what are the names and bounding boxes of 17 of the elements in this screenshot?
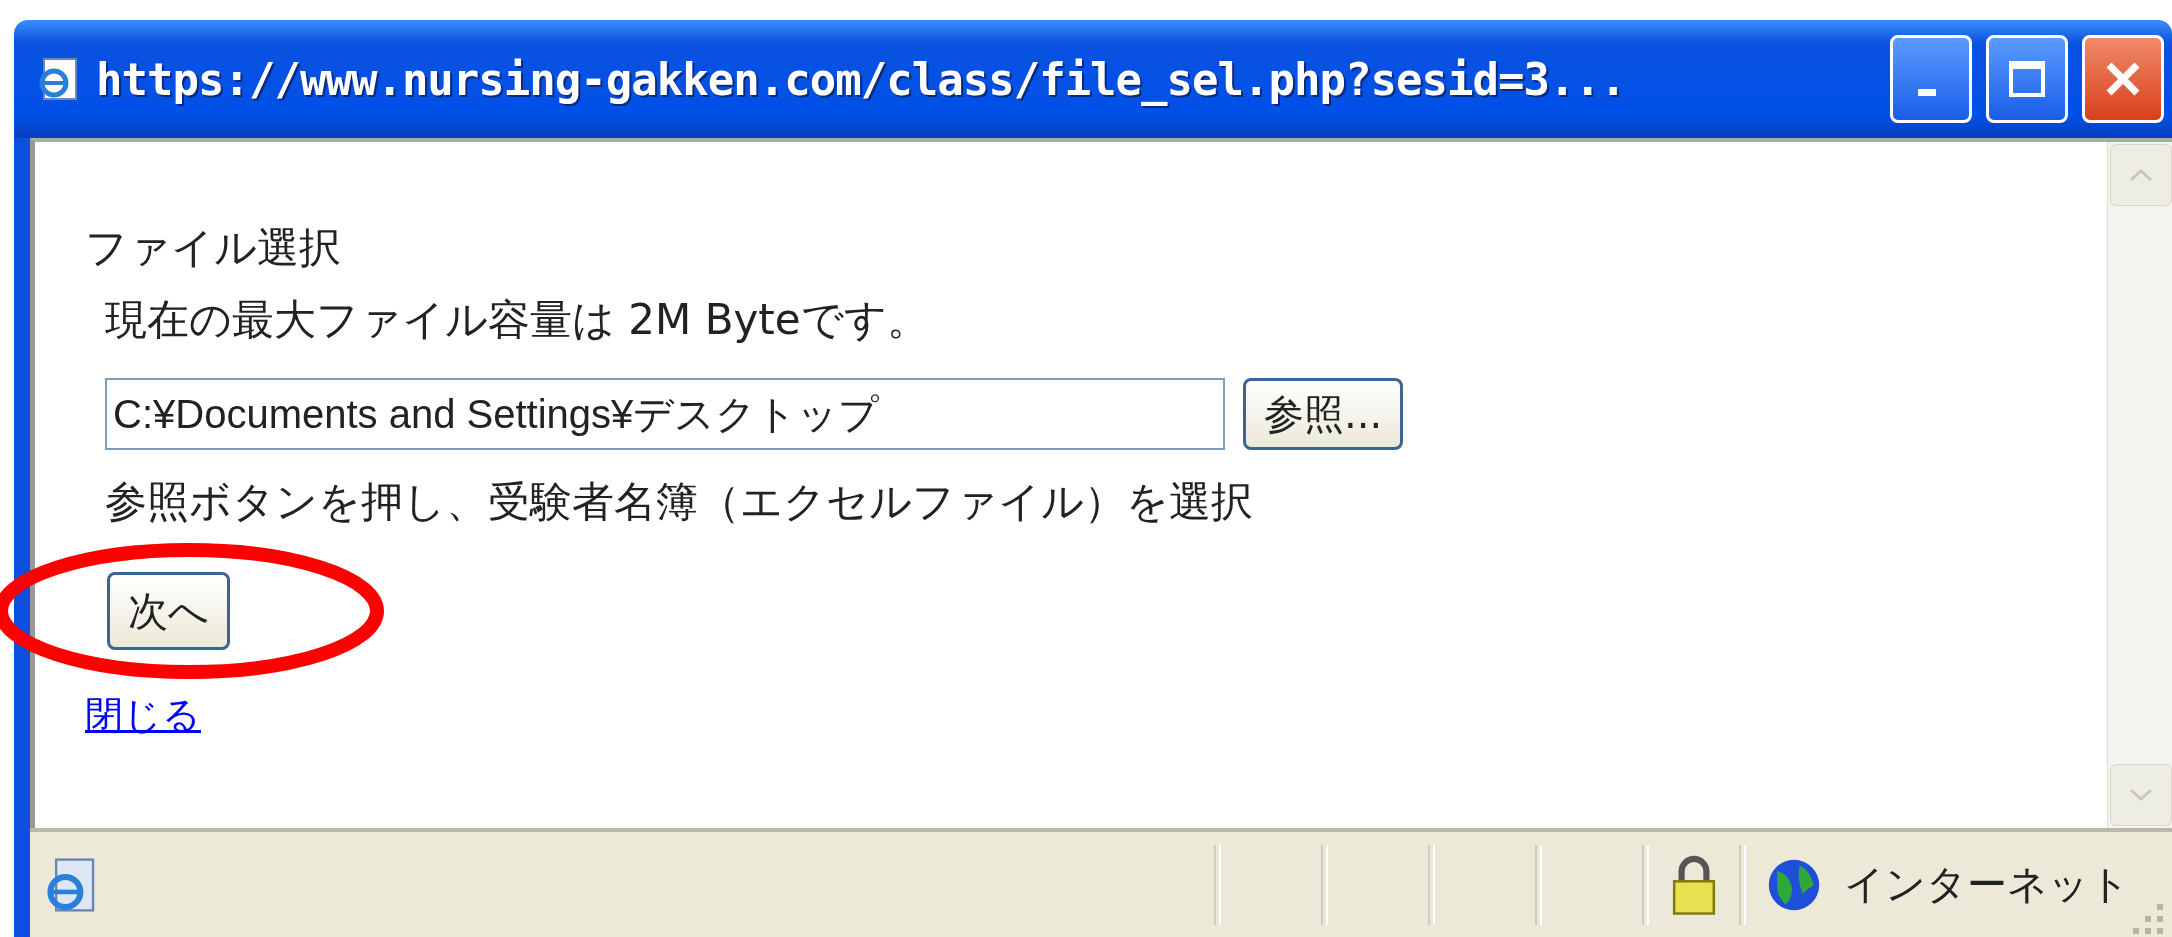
scroll-up-icon[interactable] — [2110, 144, 2172, 206]
close-button[interactable] — [2082, 35, 2164, 123]
security-zone-label: インターネット — [1844, 860, 2130, 909]
instruction-text: 参照ボタンを押し、受験者名簿（エクセルファイル）を選択 — [105, 476, 1254, 528]
close-link[interactable]: 閉じる — [85, 690, 201, 741]
scroll-down-icon[interactable] — [2110, 764, 2172, 826]
file-path-field[interactable]: C:¥Documents and Settings¥デスクトップ — [105, 378, 1225, 450]
window-title: https://www.nursing-gakken.com/class/file_sel.php?sesid=3... — [96, 53, 1627, 105]
maximize-button[interactable] — [1986, 35, 2068, 123]
heading: ファイル選択 — [85, 222, 342, 274]
scrollbar[interactable] — [2107, 142, 2172, 828]
minimize-icon — [1918, 88, 1936, 96]
next-button[interactable]: 次へ — [107, 572, 230, 650]
minimize-button[interactable] — [1890, 35, 1972, 123]
file-size-note: 現在の最大ファイル容量は 2M Byteです。 — [105, 294, 930, 346]
browse-button[interactable]: 参照... — [1243, 378, 1404, 450]
resize-grip-icon[interactable] — [2130, 901, 2166, 937]
